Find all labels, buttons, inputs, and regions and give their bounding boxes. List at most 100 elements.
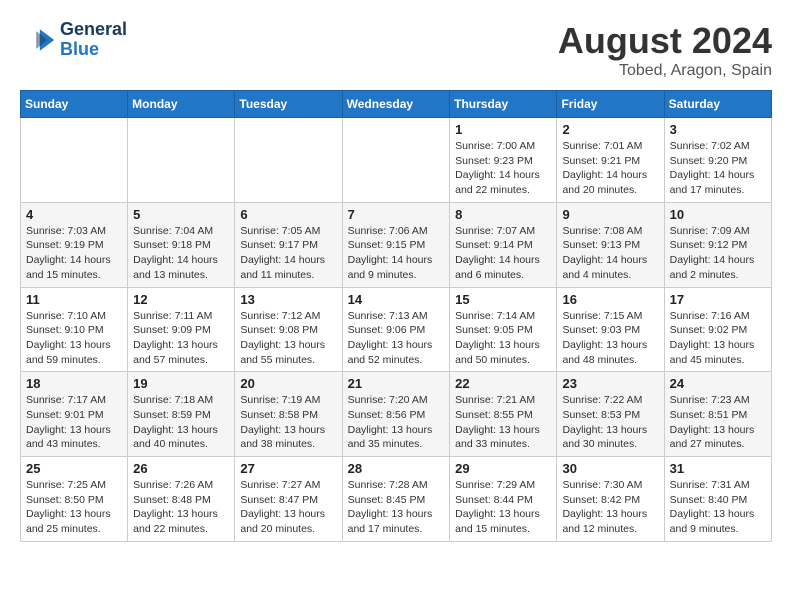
calendar-week-row: 4 Sunrise: 7:03 AM Sunset: 9:19 PM Daylig…: [21, 202, 772, 287]
title-block: August 2024 Tobed, Aragon, Spain: [558, 20, 772, 80]
day-number: 27: [240, 461, 336, 476]
location: Tobed, Aragon, Spain: [558, 62, 772, 80]
day-info: Sunrise: 7:17 AM Sunset: 9:01 PM Dayligh…: [26, 393, 122, 452]
day-info: Sunrise: 7:29 AM Sunset: 8:44 PM Dayligh…: [455, 478, 551, 537]
day-number: 4: [26, 207, 122, 222]
day-info: Sunrise: 7:20 AM Sunset: 8:56 PM Dayligh…: [348, 393, 445, 452]
day-info: Sunrise: 7:30 AM Sunset: 8:42 PM Dayligh…: [562, 478, 658, 537]
weekday-header-row: SundayMondayTuesdayWednesdayThursdayFrid…: [21, 91, 772, 118]
month-title: August 2024: [558, 20, 772, 62]
day-number: 18: [26, 376, 122, 391]
weekday-header-cell: Thursday: [450, 91, 557, 118]
calendar-week-row: 18 Sunrise: 7:17 AM Sunset: 9:01 PM Dayli…: [21, 372, 772, 457]
day-info: Sunrise: 7:04 AM Sunset: 9:18 PM Dayligh…: [133, 224, 229, 283]
day-info: Sunrise: 7:28 AM Sunset: 8:45 PM Dayligh…: [348, 478, 445, 537]
calendar-cell: 28 Sunrise: 7:28 AM Sunset: 8:45 PM Dayli…: [342, 457, 450, 542]
day-number: 15: [455, 292, 551, 307]
day-number: 16: [562, 292, 658, 307]
day-info: Sunrise: 7:01 AM Sunset: 9:21 PM Dayligh…: [562, 139, 658, 198]
logo-icon: [20, 22, 56, 58]
day-number: 24: [670, 376, 766, 391]
calendar-cell: [235, 118, 342, 203]
day-number: 14: [348, 292, 445, 307]
day-info: Sunrise: 7:26 AM Sunset: 8:48 PM Dayligh…: [133, 478, 229, 537]
day-info: Sunrise: 7:22 AM Sunset: 8:53 PM Dayligh…: [562, 393, 658, 452]
day-number: 9: [562, 207, 658, 222]
day-info: Sunrise: 7:05 AM Sunset: 9:17 PM Dayligh…: [240, 224, 336, 283]
calendar-body: 1Sunrise: 7:00 AM Sunset: 9:23 PM Daylig…: [21, 118, 772, 542]
day-info: Sunrise: 7:12 AM Sunset: 9:08 PM Dayligh…: [240, 309, 336, 368]
day-number: 11: [26, 292, 122, 307]
weekday-header-cell: Tuesday: [235, 91, 342, 118]
day-number: 10: [670, 207, 766, 222]
day-info: Sunrise: 7:10 AM Sunset: 9:10 PM Dayligh…: [26, 309, 122, 368]
day-info: Sunrise: 7:27 AM Sunset: 8:47 PM Dayligh…: [240, 478, 336, 537]
day-number: 25: [26, 461, 122, 476]
calendar-cell: 11 Sunrise: 7:10 AM Sunset: 9:10 PM Dayli…: [21, 287, 128, 372]
day-number: 22: [455, 376, 551, 391]
calendar-cell: 19 Sunrise: 7:18 AM Sunset: 8:59 PM Dayli…: [128, 372, 235, 457]
calendar-cell: 12Sunrise: 7:11 AM Sunset: 9:09 PM Dayli…: [128, 287, 235, 372]
day-number: 1: [455, 122, 551, 137]
day-info: Sunrise: 7:11 AM Sunset: 9:09 PM Dayligh…: [133, 309, 229, 368]
calendar-cell: 21Sunrise: 7:20 AM Sunset: 8:56 PM Dayli…: [342, 372, 450, 457]
calendar-cell: 14 Sunrise: 7:13 AM Sunset: 9:06 PM Dayli…: [342, 287, 450, 372]
day-number: 19: [133, 376, 229, 391]
calendar-cell: 29 Sunrise: 7:29 AM Sunset: 8:44 PM Dayli…: [450, 457, 557, 542]
logo-line2: Blue: [60, 40, 127, 60]
calendar-cell: [21, 118, 128, 203]
day-info: Sunrise: 7:03 AM Sunset: 9:19 PM Dayligh…: [26, 224, 122, 283]
weekday-header-cell: Friday: [557, 91, 664, 118]
calendar-cell: 22 Sunrise: 7:21 AM Sunset: 8:55 PM Dayli…: [450, 372, 557, 457]
calendar-cell: 17 Sunrise: 7:16 AM Sunset: 9:02 PM Dayli…: [664, 287, 771, 372]
day-number: 5: [133, 207, 229, 222]
calendar-cell: 18 Sunrise: 7:17 AM Sunset: 9:01 PM Dayli…: [21, 372, 128, 457]
calendar-cell: 9Sunrise: 7:08 AM Sunset: 9:13 PM Daylig…: [557, 202, 664, 287]
calendar-cell: 24Sunrise: 7:23 AM Sunset: 8:51 PM Dayli…: [664, 372, 771, 457]
calendar-cell: 1Sunrise: 7:00 AM Sunset: 9:23 PM Daylig…: [450, 118, 557, 203]
calendar-cell: 16Sunrise: 7:15 AM Sunset: 9:03 PM Dayli…: [557, 287, 664, 372]
day-number: 7: [348, 207, 445, 222]
calendar-cell: 20Sunrise: 7:19 AM Sunset: 8:58 PM Dayli…: [235, 372, 342, 457]
day-number: 26: [133, 461, 229, 476]
calendar-cell: 3 Sunrise: 7:02 AM Sunset: 9:20 PM Daylig…: [664, 118, 771, 203]
day-info: Sunrise: 7:07 AM Sunset: 9:14 PM Dayligh…: [455, 224, 551, 283]
day-info: Sunrise: 7:31 AM Sunset: 8:40 PM Dayligh…: [670, 478, 766, 537]
calendar-cell: 23Sunrise: 7:22 AM Sunset: 8:53 PM Dayli…: [557, 372, 664, 457]
weekday-header-cell: Wednesday: [342, 91, 450, 118]
day-info: Sunrise: 7:16 AM Sunset: 9:02 PM Dayligh…: [670, 309, 766, 368]
day-info: Sunrise: 7:14 AM Sunset: 9:05 PM Dayligh…: [455, 309, 551, 368]
day-info: Sunrise: 7:13 AM Sunset: 9:06 PM Dayligh…: [348, 309, 445, 368]
weekday-header-cell: Sunday: [21, 91, 128, 118]
calendar-cell: 6 Sunrise: 7:05 AM Sunset: 9:17 PM Daylig…: [235, 202, 342, 287]
day-info: Sunrise: 7:06 AM Sunset: 9:15 PM Dayligh…: [348, 224, 445, 283]
day-number: 6: [240, 207, 336, 222]
calendar: SundayMondayTuesdayWednesdayThursdayFrid…: [20, 90, 772, 542]
calendar-cell: 30 Sunrise: 7:30 AM Sunset: 8:42 PM Dayli…: [557, 457, 664, 542]
day-number: 13: [240, 292, 336, 307]
calendar-week-row: 1Sunrise: 7:00 AM Sunset: 9:23 PM Daylig…: [21, 118, 772, 203]
calendar-cell: [342, 118, 450, 203]
day-number: 30: [562, 461, 658, 476]
calendar-cell: 5 Sunrise: 7:04 AM Sunset: 9:18 PM Daylig…: [128, 202, 235, 287]
calendar-cell: 13 Sunrise: 7:12 AM Sunset: 9:08 PM Dayli…: [235, 287, 342, 372]
day-info: Sunrise: 7:18 AM Sunset: 8:59 PM Dayligh…: [133, 393, 229, 452]
day-number: 3: [670, 122, 766, 137]
day-number: 29: [455, 461, 551, 476]
calendar-cell: 8Sunrise: 7:07 AM Sunset: 9:14 PM Daylig…: [450, 202, 557, 287]
weekday-header-cell: Monday: [128, 91, 235, 118]
day-info: Sunrise: 7:25 AM Sunset: 8:50 PM Dayligh…: [26, 478, 122, 537]
logo: General Blue: [20, 20, 127, 60]
calendar-cell: 31Sunrise: 7:31 AM Sunset: 8:40 PM Dayli…: [664, 457, 771, 542]
day-number: 17: [670, 292, 766, 307]
calendar-week-row: 25 Sunrise: 7:25 AM Sunset: 8:50 PM Dayli…: [21, 457, 772, 542]
day-number: 28: [348, 461, 445, 476]
calendar-cell: 15 Sunrise: 7:14 AM Sunset: 9:05 PM Dayli…: [450, 287, 557, 372]
logo-line1: General: [60, 20, 127, 40]
weekday-header-cell: Saturday: [664, 91, 771, 118]
day-number: 20: [240, 376, 336, 391]
day-info: Sunrise: 7:21 AM Sunset: 8:55 PM Dayligh…: [455, 393, 551, 452]
calendar-cell: 7 Sunrise: 7:06 AM Sunset: 9:15 PM Daylig…: [342, 202, 450, 287]
day-info: Sunrise: 7:02 AM Sunset: 9:20 PM Dayligh…: [670, 139, 766, 198]
calendar-cell: [128, 118, 235, 203]
